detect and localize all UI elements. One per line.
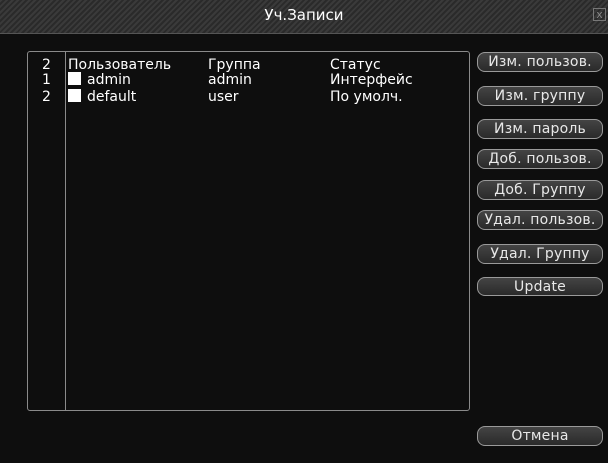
table-row[interactable]: 2 default user По умолч. [28, 89, 469, 105]
dialog-body: 2 Пользователь Группа Статус 1 admin adm… [0, 34, 608, 463]
row-group: user [208, 89, 239, 105]
add-group-button[interactable]: Доб. Группу [477, 180, 603, 200]
header-group: Группа [208, 57, 261, 73]
add-user-button[interactable]: Доб. пользов. [477, 149, 603, 169]
header-status: Статус [330, 57, 381, 73]
row-checkbox[interactable] [68, 72, 81, 85]
edit-user-button[interactable]: Изм. пользов. [477, 52, 603, 72]
title-bar: Уч.Записи x [0, 0, 608, 34]
row-index: 1 [42, 72, 51, 88]
delete-user-button[interactable]: Удал. пользов. [477, 210, 603, 230]
table-row[interactable]: 1 admin admin Интерфейс [28, 72, 469, 88]
row-user: default [68, 89, 136, 105]
user-count: 2 [42, 57, 51, 73]
close-icon[interactable]: x [593, 8, 606, 21]
cancel-button[interactable]: Отмена [477, 426, 603, 446]
delete-group-button[interactable]: Удал. Группу [477, 244, 603, 264]
row-status: По умолч. [330, 89, 403, 105]
user-table: 2 Пользователь Группа Статус 1 admin adm… [27, 51, 470, 411]
edit-password-button[interactable]: Изм. пароль [477, 119, 603, 139]
row-group: admin [208, 72, 252, 88]
row-index: 2 [42, 89, 51, 105]
header-user: Пользователь [68, 57, 172, 73]
column-divider [65, 52, 66, 410]
user-name: admin [87, 72, 131, 88]
row-status: Интерфейс [330, 72, 413, 88]
user-name: default [87, 89, 137, 105]
row-checkbox[interactable] [68, 89, 81, 102]
edit-group-button[interactable]: Изм. группу [477, 86, 603, 106]
table-header: 2 Пользователь Группа Статус [28, 57, 469, 73]
update-button[interactable]: Update [477, 277, 603, 296]
window-title: Уч.Записи [264, 6, 344, 24]
row-user: admin [68, 72, 131, 88]
